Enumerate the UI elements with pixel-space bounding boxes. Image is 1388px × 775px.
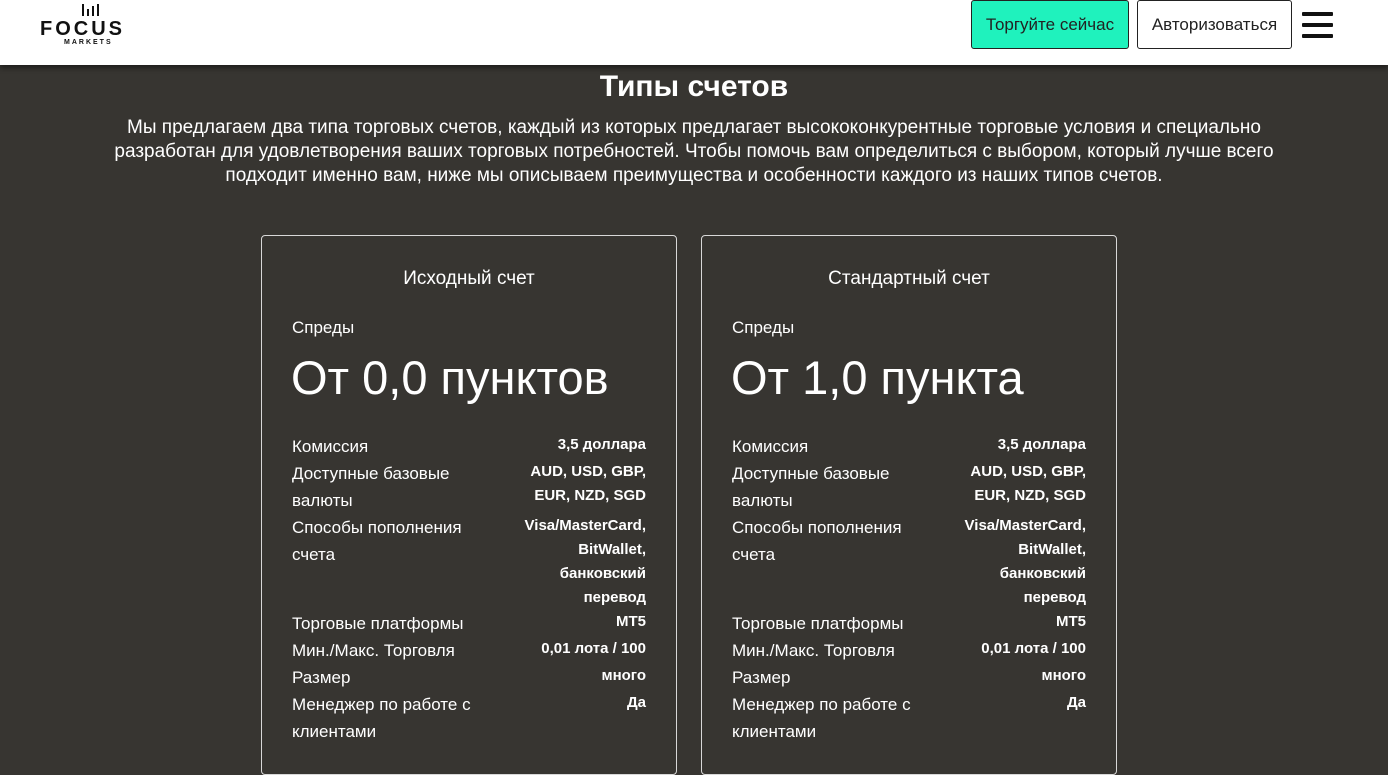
spec-label: Менеджер по работе с клиентами [292, 695, 471, 741]
account-title: Исходный счет [403, 268, 535, 289]
spec-label: Торговые платформы [732, 614, 904, 633]
spec-value: Да [1066, 694, 1086, 711]
spec-value: 3,5 доллара [557, 436, 646, 453]
trade-now-button[interactable]: Торгуйте сейчас [971, 0, 1129, 49]
spec-label: Доступные базовые валюты [732, 464, 890, 510]
spec-label: Менеджер по работе с клиентами [732, 695, 911, 741]
account-card-raw: Исходный счет Спреды От 0,0 пунктов Коми… [261, 235, 677, 775]
logo-subtitle: MARKETS [64, 39, 113, 46]
account-title: Стандартный счет [828, 268, 990, 289]
spec-label: Мин./Макс. Торговля [732, 641, 895, 660]
account-card-standard: Стандартный счет Спреды От 1,0 пункта Ко… [701, 235, 1117, 775]
spec-value: 0,01 лота / 100 [981, 640, 1086, 657]
menu-hamburger-icon[interactable] [1302, 12, 1333, 39]
spec-label: Размер [732, 668, 791, 687]
spec-value: Да [626, 694, 646, 711]
spec-value: MT5 [1056, 613, 1086, 630]
spec-label: Способы пополнения счета [292, 518, 462, 564]
logo-wordmark: FOCUS [40, 18, 125, 40]
spec-value: много [601, 667, 646, 684]
spread-value: От 1,0 пункта [731, 351, 1024, 404]
intro-text: Мы предлагаем два типа торговых счетов, … [114, 117, 1274, 186]
spec-label: Комиссия [732, 437, 809, 456]
spec-value: Visa/MasterCard, BitWallet, банковский п… [524, 517, 646, 606]
spec-value: много [1041, 667, 1086, 684]
spec-value: AUD, USD, GBP, EUR, NZD, SGD [530, 463, 646, 504]
spec-value: AUD, USD, GBP, EUR, NZD, SGD [970, 463, 1086, 504]
spec-value: Visa/MasterCard, BitWallet, банковский п… [964, 517, 1086, 606]
spread-value: От 0,0 пунктов [291, 351, 609, 404]
spec-label: Размер [292, 668, 351, 687]
spec-value: 3,5 доллара [997, 436, 1086, 453]
focus-markets-logo[interactable]: FOCUS MARKETS [40, 4, 145, 48]
spec-label: Торговые платформы [292, 614, 464, 633]
page-title: Типы счетов [599, 70, 789, 103]
spec-label: Способы пополнения счета [732, 518, 902, 564]
spec-value: MT5 [616, 613, 646, 630]
login-button[interactable]: Авторизоваться [1137, 0, 1292, 49]
site-header: FOCUS MARKETS Торгуйте сейчас Авторизова… [0, 0, 1388, 65]
logo-bars-icon [82, 4, 102, 16]
spread-label: Спреды [732, 318, 795, 337]
spec-label: Мин./Макс. Торговля [292, 641, 455, 660]
spread-label: Спреды [292, 318, 355, 337]
spec-label: Доступные базовые валюты [292, 464, 450, 510]
spec-label: Комиссия [292, 437, 369, 456]
spec-value: 0,01 лота / 100 [541, 640, 646, 657]
